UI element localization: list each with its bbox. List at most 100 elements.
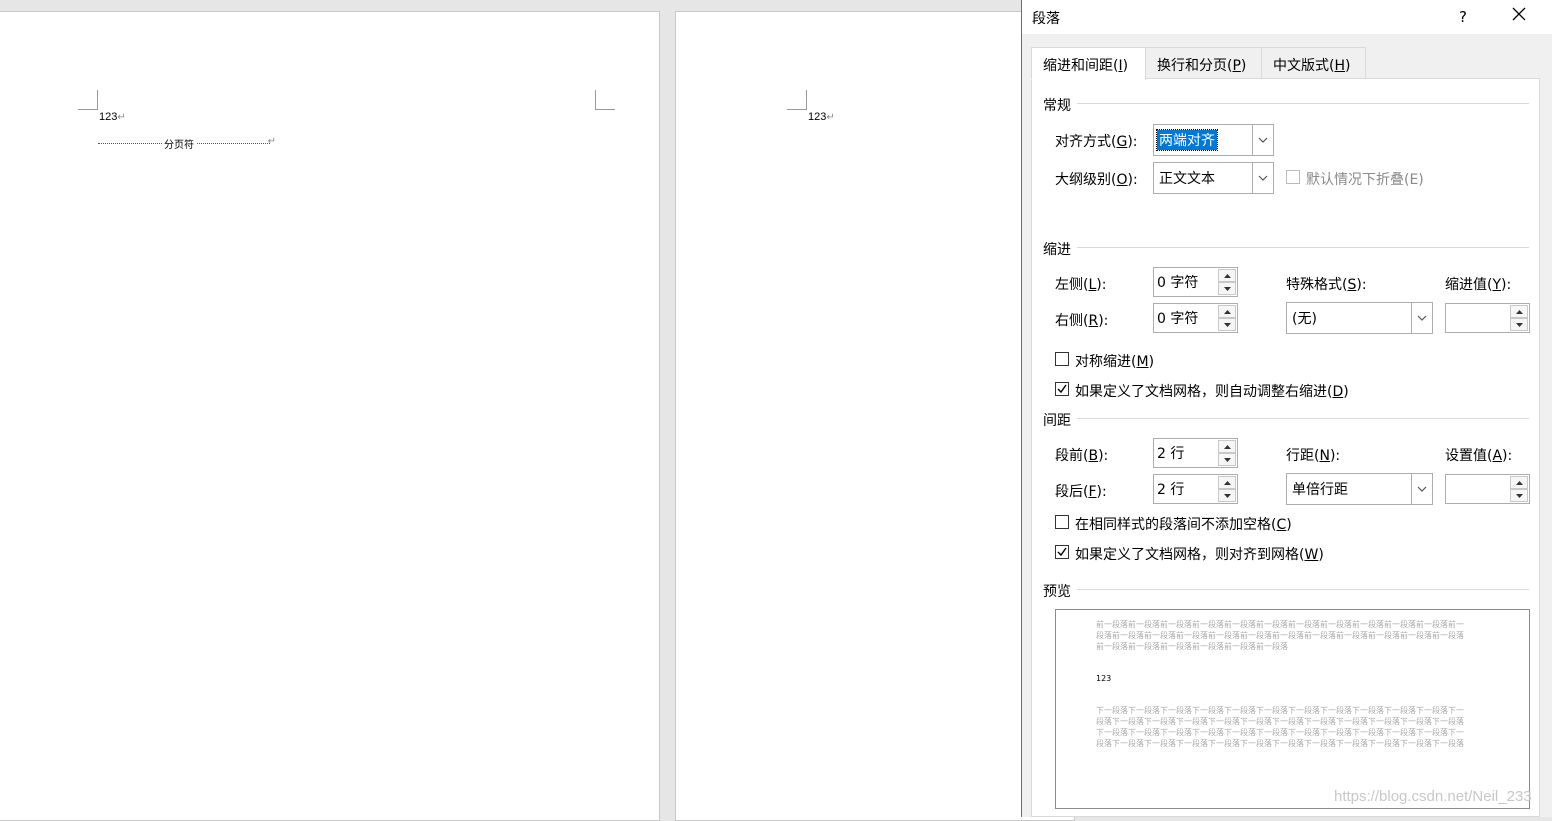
alignment-dropdown-button[interactable] bbox=[1252, 125, 1273, 155]
special-indent-label: 特殊格式(S): bbox=[1286, 277, 1367, 293]
spinner-up-button[interactable] bbox=[1218, 440, 1236, 453]
paragraph-text: 123 bbox=[99, 111, 118, 123]
alignment-label: 对齐方式(G): bbox=[1055, 134, 1138, 150]
tab-line-and-page-breaks[interactable]: 换行和分页(P) bbox=[1145, 47, 1262, 79]
line-spacing-label: 行距(N): bbox=[1286, 448, 1341, 464]
tab-asian-typography[interactable]: 中文版式(H) bbox=[1261, 47, 1366, 79]
indent-right-spinner[interactable]: 0 字符 bbox=[1153, 303, 1238, 333]
triangle-up-icon bbox=[1223, 273, 1231, 278]
close-icon bbox=[1512, 7, 1526, 21]
special-indent-dropdown-button[interactable] bbox=[1411, 303, 1432, 333]
line-spacing-value: 单倍行距 bbox=[1292, 482, 1348, 498]
paragraph-preview: 前一段落前一段落前一段落前一段落前一段落前一段落前一段落前一段落前一段落前一段落… bbox=[1055, 609, 1530, 809]
spacing-before-label: 段前(B): bbox=[1055, 448, 1109, 464]
spinner-down-button[interactable] bbox=[1510, 489, 1528, 502]
spinner-down-button[interactable] bbox=[1510, 318, 1528, 331]
spinner-up-button[interactable] bbox=[1218, 269, 1236, 282]
spinner-up-button[interactable] bbox=[1510, 305, 1528, 318]
triangle-up-icon bbox=[1515, 480, 1523, 485]
indent-by-spinner[interactable] bbox=[1445, 303, 1530, 333]
line-spacing-at-spinner[interactable] bbox=[1445, 474, 1530, 504]
checkmark-icon bbox=[1057, 384, 1067, 394]
alignment-select[interactable]: 两端对齐 bbox=[1153, 124, 1274, 156]
chevron-down-icon bbox=[1417, 315, 1427, 321]
collapse-by-default-checkbox[interactable] bbox=[1286, 170, 1300, 184]
tab-accesskey: H bbox=[1334, 58, 1345, 74]
triangle-up-icon bbox=[1223, 309, 1231, 314]
auto-adjust-right-indent-label: 如果定义了文档网格，则自动调整右缩进(D) bbox=[1075, 384, 1349, 400]
preview-previous-paragraph: 前一段落前一段落前一段落前一段落前一段落前一段落前一段落前一段落前一段落前一段落… bbox=[1096, 620, 1464, 651]
spinner-down-button[interactable] bbox=[1218, 282, 1236, 295]
help-button[interactable]: ? bbox=[1448, 5, 1478, 29]
auto-adjust-right-indent-checkbox[interactable] bbox=[1055, 382, 1069, 396]
line-spacing-dropdown-button[interactable] bbox=[1411, 474, 1432, 504]
paragraph-text: 123 bbox=[808, 111, 827, 123]
section-general-title: 常规 bbox=[1043, 98, 1071, 114]
spacing-before-value: 2 行 bbox=[1157, 446, 1185, 462]
tab-label: 中文版式 bbox=[1273, 58, 1329, 74]
section-indentation-title: 缩进 bbox=[1043, 242, 1071, 258]
indent-by-label: 缩进值(Y): bbox=[1445, 277, 1512, 293]
triangle-down-icon bbox=[1223, 322, 1231, 327]
no-space-same-style-checkbox[interactable] bbox=[1055, 515, 1069, 529]
section-divider bbox=[1077, 103, 1529, 104]
outline-level-select[interactable]: 正文文本 bbox=[1153, 162, 1274, 194]
chevron-down-icon bbox=[1258, 175, 1268, 181]
checkmark-icon bbox=[1057, 547, 1067, 557]
tab-accesskey: I bbox=[1118, 58, 1123, 74]
spinner-down-button[interactable] bbox=[1218, 489, 1236, 502]
dialog-title: 段落 bbox=[1032, 11, 1060, 27]
section-divider bbox=[1077, 589, 1529, 590]
tab-indents-and-spacing[interactable]: 缩进和间距(I) bbox=[1031, 47, 1146, 80]
line-spacing-at-label: 设置值(A): bbox=[1445, 448, 1513, 464]
document-paragraph[interactable]: 123↵ bbox=[99, 111, 126, 123]
chevron-down-icon bbox=[1417, 486, 1427, 492]
spinner-up-button[interactable] bbox=[1510, 476, 1528, 489]
outline-level-label: 大纲级别(O): bbox=[1055, 172, 1138, 188]
document-paragraph[interactable]: 123↵ bbox=[808, 111, 835, 123]
margin-corner-top-left bbox=[787, 90, 807, 110]
outline-level-dropdown-button[interactable] bbox=[1252, 163, 1273, 193]
triangle-up-icon bbox=[1223, 444, 1231, 449]
chevron-down-icon bbox=[1258, 137, 1268, 143]
line-spacing-select[interactable]: 单倍行距 bbox=[1286, 473, 1433, 505]
spacing-after-spinner[interactable]: 2 行 bbox=[1153, 474, 1238, 504]
page-break-label: 分页符 bbox=[162, 136, 196, 151]
dialog-titlebar[interactable]: 段落 ? bbox=[1022, 0, 1552, 34]
spacing-before-spinner[interactable]: 2 行 bbox=[1153, 438, 1238, 468]
indent-left-spinner[interactable]: 0 字符 bbox=[1153, 267, 1238, 297]
triangle-down-icon bbox=[1223, 457, 1231, 462]
spacing-after-value: 2 行 bbox=[1157, 482, 1185, 498]
snap-to-grid-checkbox[interactable] bbox=[1055, 545, 1069, 559]
paragraph-mark-icon: ↵ bbox=[267, 136, 276, 147]
page-break-marker[interactable]: 分页符 ↵ bbox=[98, 136, 276, 151]
tab-label: 缩进和间距 bbox=[1043, 58, 1113, 74]
triangle-down-icon bbox=[1515, 322, 1523, 327]
spinner-up-button[interactable] bbox=[1218, 305, 1236, 318]
spinner-down-button[interactable] bbox=[1218, 318, 1236, 331]
indent-right-value: 0 字符 bbox=[1157, 311, 1199, 327]
collapse-by-default-label: 默认情况下折叠(E) bbox=[1306, 172, 1424, 188]
mirror-indents-label: 对称缩进(M) bbox=[1075, 354, 1155, 370]
triangle-down-icon bbox=[1223, 493, 1231, 498]
tab-label: 换行和分页 bbox=[1157, 58, 1227, 74]
spinner-up-button[interactable] bbox=[1218, 476, 1236, 489]
section-divider bbox=[1077, 247, 1529, 248]
snap-to-grid-label: 如果定义了文档网格，则对齐到网格(W) bbox=[1075, 547, 1324, 563]
spinner-down-button[interactable] bbox=[1218, 453, 1236, 466]
mirror-indents-checkbox[interactable] bbox=[1055, 352, 1069, 366]
indent-left-value: 0 字符 bbox=[1157, 275, 1199, 291]
triangle-up-icon bbox=[1515, 309, 1523, 314]
document-page-1[interactable]: 123↵ 分页符 ↵ bbox=[0, 11, 660, 821]
section-preview-title: 预览 bbox=[1043, 584, 1071, 600]
indent-right-label: 右侧(R): bbox=[1055, 313, 1109, 329]
alignment-value: 两端对齐 bbox=[1156, 129, 1218, 151]
document-page-2[interactable]: 123↵ bbox=[675, 11, 1075, 821]
section-divider bbox=[1077, 418, 1529, 419]
watermark-text: https://blog.csdn.net/Neil_233 bbox=[1334, 788, 1532, 805]
close-button[interactable] bbox=[1504, 5, 1534, 29]
triangle-down-icon bbox=[1223, 286, 1231, 291]
document-area: 123↵ 分页符 ↵ 123↵ bbox=[0, 0, 1075, 821]
preview-next-paragraph: 下一段落下一段落下一段落下一段落下一段落下一段落下一段落下一段落下一段落下一段落… bbox=[1096, 706, 1464, 748]
special-indent-select[interactable]: (无) bbox=[1286, 302, 1433, 334]
